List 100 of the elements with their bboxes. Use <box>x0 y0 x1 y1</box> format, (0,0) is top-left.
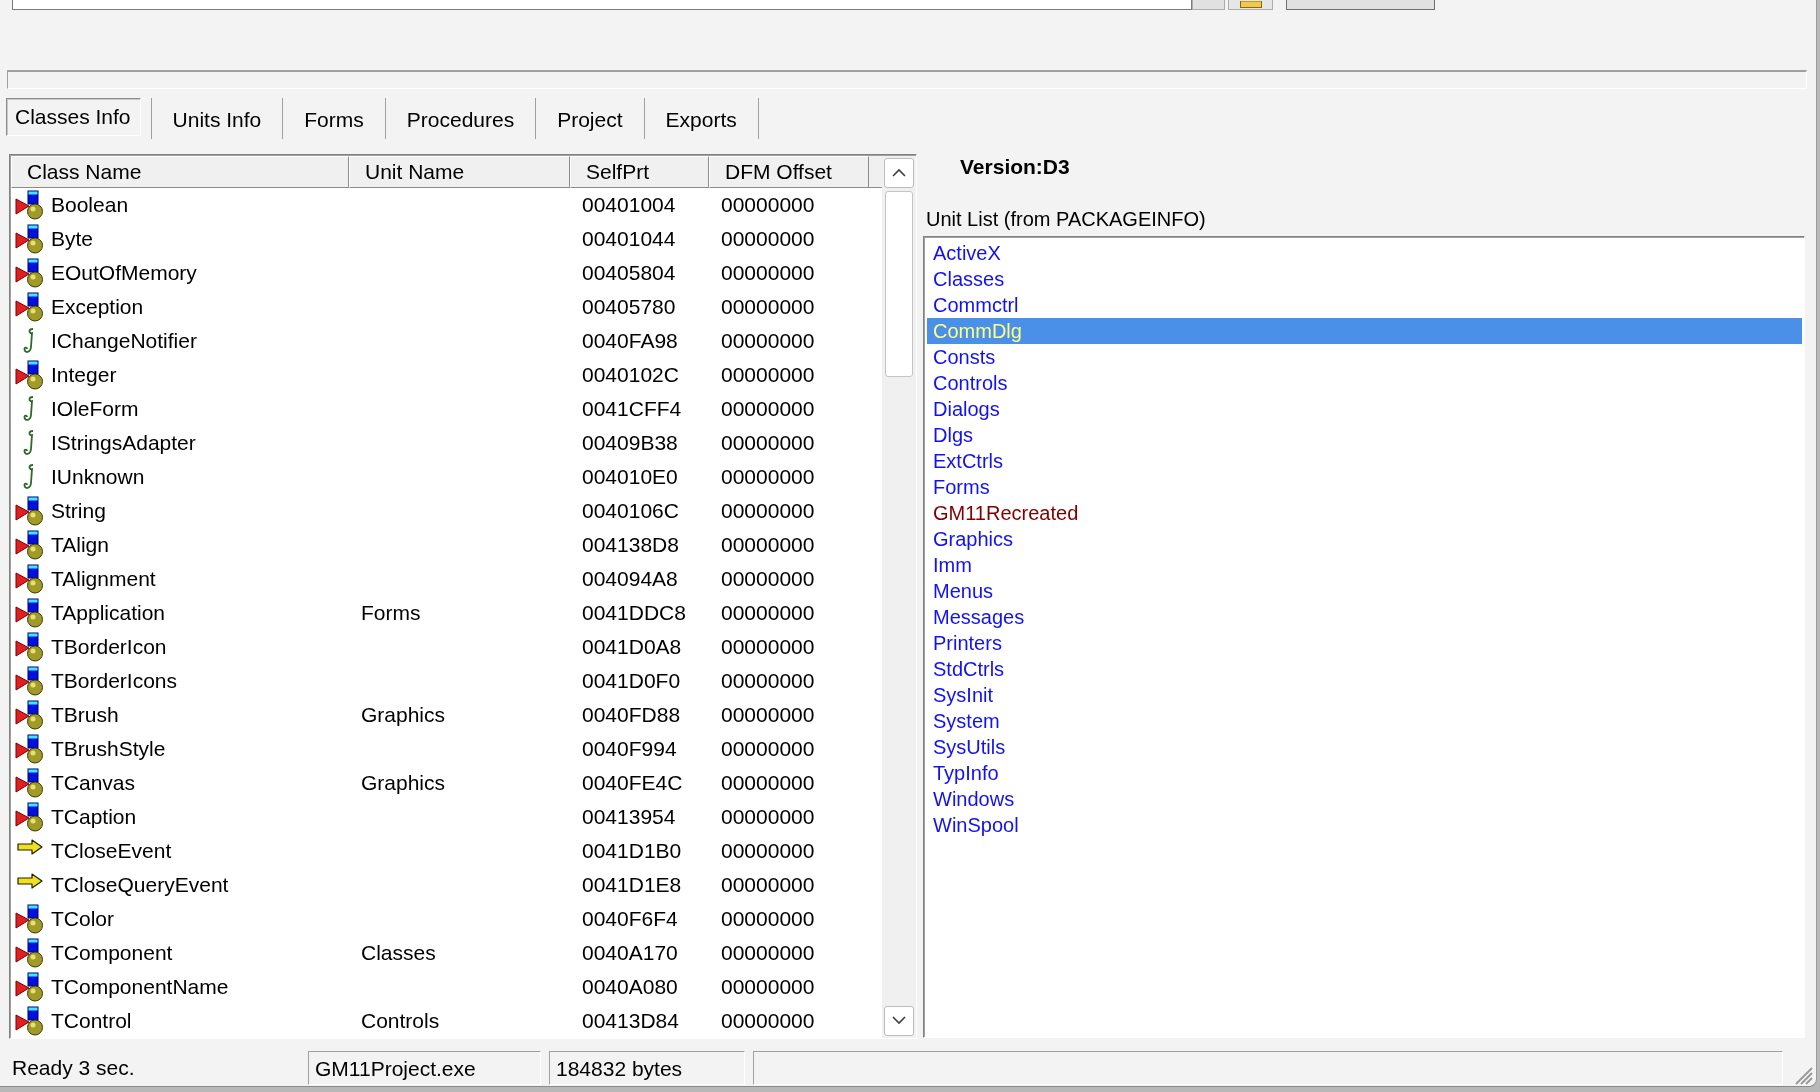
list-item[interactable]: Consts <box>927 343 1802 370</box>
unit-list-label: Unit List (from PACKAGEINFO) <box>926 206 1207 232</box>
table-cell-text: Graphics <box>360 702 446 726</box>
status-panel: 184832 bytes <box>549 1051 745 1086</box>
caret-down-icon <box>892 1016 906 1026</box>
version-label: Version:D3 <box>960 153 1071 180</box>
table-cell: TAlignment <box>51 566 156 591</box>
list-item[interactable]: Menus <box>927 577 1802 604</box>
list-item[interactable]: GM11Recreated <box>927 499 1802 526</box>
table-cell-text: 0040A080 <box>581 974 678 998</box>
table-cell-text: 00405804 <box>581 260 676 284</box>
table-cell-text: 00000000 <box>720 668 815 692</box>
table-cell-text: 00000000 <box>720 566 815 590</box>
table-cell-text: 00000000 <box>720 838 815 862</box>
table-cell: TCaption <box>51 804 137 829</box>
tab[interactable]: Classes Info <box>6 97 141 136</box>
action-button[interactable] <box>1286 0 1435 10</box>
list-item[interactable]: WinSpool <box>927 811 1802 838</box>
list-item[interactable]: Controls <box>927 369 1802 396</box>
table-cell: IOleForm <box>51 396 139 421</box>
table-cell-text: Graphics <box>360 770 446 794</box>
list-item[interactable]: Commctrl <box>927 291 1802 318</box>
table-cell-text: 00409B38 <box>581 430 678 454</box>
list-item[interactable]: Graphics <box>927 525 1802 552</box>
folder-icon <box>1239 1 1262 8</box>
table-cell-text: 00000000 <box>720 464 815 488</box>
table-cell-text: 00000000 <box>720 498 815 522</box>
list-item[interactable]: Imm <box>927 551 1802 578</box>
scroll-thumb[interactable] <box>885 190 913 377</box>
table-cell-text: 00000000 <box>720 974 815 998</box>
list-item[interactable]: Dlgs <box>927 421 1802 448</box>
caret-up-icon <box>892 168 906 178</box>
column-header[interactable]: SelfPrt <box>570 155 709 188</box>
table-cell-text: 00000000 <box>720 430 815 454</box>
table-cell-text: 0040FE4C <box>581 770 683 794</box>
table-cell: TBorderIcon <box>51 634 167 659</box>
list-item[interactable]: Classes <box>927 265 1802 292</box>
table-cell-text: 004138D8 <box>581 532 679 556</box>
tab[interactable]: Project <box>536 97 645 139</box>
table-cell-text: 004010E0 <box>581 464 678 488</box>
table-cell-text: 0040106C <box>581 498 679 522</box>
table-cell: TComponent <box>51 940 173 965</box>
table-cell-text: 00000000 <box>720 770 815 794</box>
folder-button[interactable] <box>1228 0 1273 10</box>
table-cell: TCloseQueryEvent <box>51 872 229 897</box>
table-cell-text: 00000000 <box>720 906 815 930</box>
status-panel: GM11Project.exe <box>308 1051 541 1086</box>
table-cell-text: 00000000 <box>720 702 815 726</box>
table-cell-text: 0040F994 <box>581 736 677 760</box>
table-cell: TBrush <box>51 702 119 727</box>
table-cell-text: Classes <box>360 940 436 964</box>
list-item[interactable]: Messages <box>927 603 1802 630</box>
scroll-up-button[interactable] <box>884 157 914 188</box>
path-field[interactable] <box>12 0 1192 10</box>
table-cell: Boolean <box>51 192 129 217</box>
list-item[interactable]: StdCtrls <box>927 655 1802 682</box>
table-cell: TComponentName <box>51 974 229 999</box>
list-item[interactable]: SysInit <box>927 681 1802 708</box>
column-header[interactable]: Class Name <box>11 155 349 188</box>
scrollbar[interactable] <box>882 155 916 1038</box>
table-cell-text: 0041D0F0 <box>581 668 681 692</box>
table-cell-text: 00413954 <box>581 804 676 828</box>
table-cell: IUnknown <box>51 464 145 489</box>
table-cell-text: 0040102C <box>581 362 679 386</box>
column-header[interactable]: Unit Name <box>349 155 570 188</box>
tab[interactable]: Units Info <box>150 97 284 139</box>
table-cell: TBorderIcons <box>51 668 178 693</box>
list-item[interactable]: TypInfo <box>927 759 1802 786</box>
list-item[interactable]: Printers <box>927 629 1802 656</box>
list-item[interactable]: System <box>927 707 1802 734</box>
table-cell: TControl <box>51 1008 132 1033</box>
table-cell-text: 00000000 <box>720 804 815 828</box>
table-cell-text: 0040F6F4 <box>581 906 678 930</box>
table-cell-text: 00413D84 <box>581 1008 679 1032</box>
tab[interactable]: Procedures <box>385 97 537 139</box>
table-cell-text: 00401004 <box>581 192 676 216</box>
scroll-down-button[interactable] <box>884 1005 914 1036</box>
table-cell: IStringsAdapter <box>51 430 196 455</box>
tab[interactable]: Forms <box>283 97 386 139</box>
table-cell-text: 0041D1B0 <box>581 838 682 862</box>
table-cell-text: 00401044 <box>581 226 676 250</box>
column-header[interactable]: DFM Offset <box>709 155 869 188</box>
table-cell: TAlign <box>51 532 109 557</box>
list-item[interactable]: SysUtils <box>927 733 1802 760</box>
table-cell-text: 00000000 <box>720 362 815 386</box>
table-cell: IChangeNotifier <box>51 328 197 353</box>
tab[interactable]: Exports <box>644 97 759 139</box>
list-item[interactable]: Forms <box>927 473 1802 500</box>
list-item[interactable]: ExtCtrls <box>927 447 1802 474</box>
table-cell: TColor <box>51 906 114 931</box>
table-cell: Byte <box>51 226 94 251</box>
table-cell: TBrushStyle <box>51 736 166 761</box>
table-cell-text: 00000000 <box>720 226 815 250</box>
table-cell-text: 00405780 <box>581 294 676 318</box>
table-cell-text: 0041D0A8 <box>581 634 682 658</box>
list-item[interactable]: Windows <box>927 785 1802 812</box>
table-cell-text: 00000000 <box>720 532 815 556</box>
table-cell-text: Forms <box>360 600 421 624</box>
list-item[interactable]: ActiveX <box>927 239 1802 266</box>
list-item[interactable]: Dialogs <box>927 395 1802 422</box>
